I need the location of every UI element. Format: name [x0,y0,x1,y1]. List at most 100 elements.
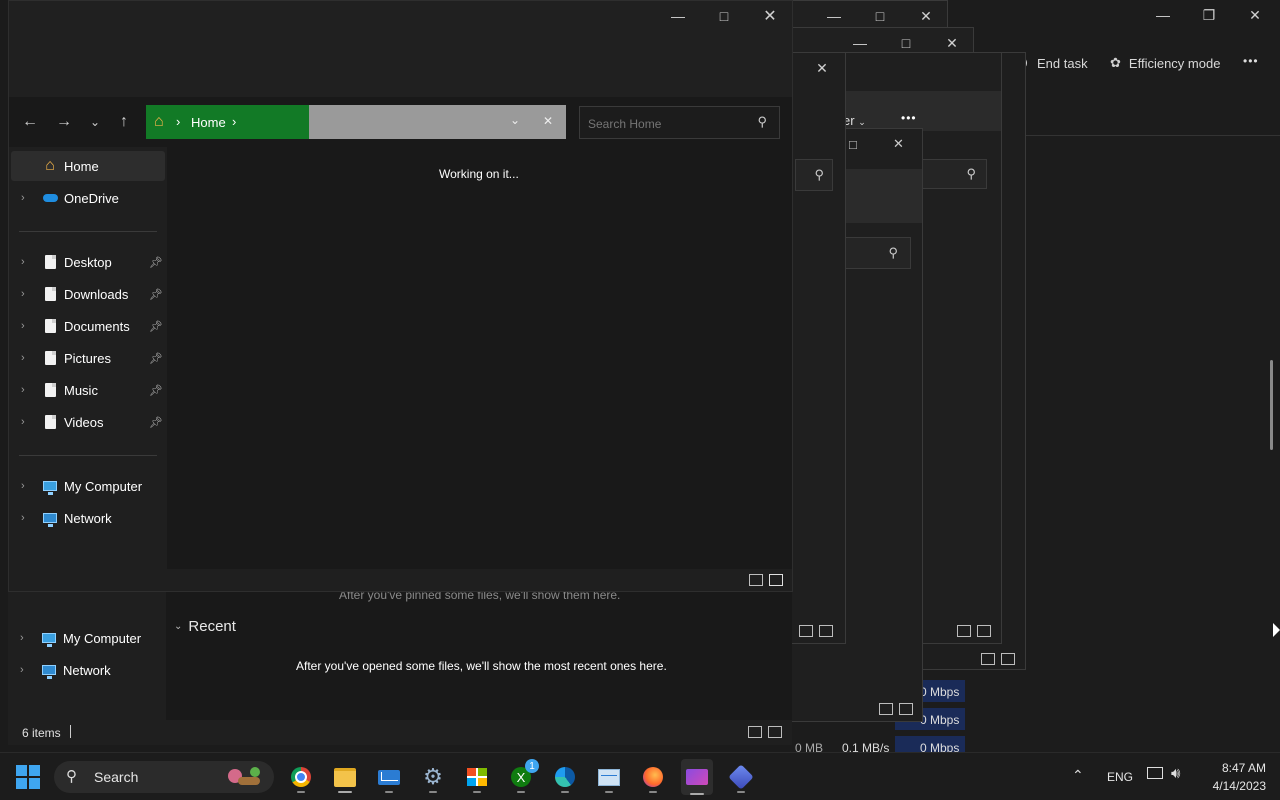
start-button[interactable] [16,765,40,789]
chevron-right-icon[interactable]: › [21,416,25,428]
details-view-icon[interactable] [748,726,762,738]
chevron-right-icon[interactable]: › [21,512,25,524]
recent-section-header[interactable]: ⌄ Recent [174,618,236,635]
view-toggle[interactable] [749,574,783,586]
sidebar-item-pictures[interactable]: › Pictures 📌︎ [9,343,167,373]
view-toggle[interactable] [748,726,782,738]
address-clear-icon[interactable]: ✕ [543,114,553,128]
address-progress-fill [146,105,309,139]
status-bar: 6 items [8,720,792,745]
sidebar-item-my-computer[interactable]: › My Computer [8,623,166,653]
sidebar-item-documents[interactable]: › Documents 📌︎ [9,311,167,341]
tiles-view-icon[interactable] [977,625,991,637]
details-view-icon[interactable] [957,625,971,637]
forward-button[interactable]: → [50,108,78,136]
chevron-right-icon[interactable]: › [20,632,24,644]
file-explorer-icon[interactable] [329,761,361,793]
arrow-up-icon: ↑ [120,113,128,130]
sidebar-item-home[interactable]: ⌂ Home [9,151,167,181]
taskbar-search[interactable]: ⚲ Search [54,761,274,793]
loading-text: Working on it... [439,167,519,181]
search-box[interactable]: ⚲ [795,159,833,191]
sidebar-item-network[interactable]: › Network [9,503,167,533]
recent-locations-button[interactable]: ⌄ [81,108,109,136]
close-button[interactable]: ✕ [799,53,845,83]
sidebar-item-videos[interactable]: › Videos 📌︎ [9,407,167,437]
close-button[interactable]: ✕ [893,136,904,152]
task-manager-icon[interactable] [593,761,625,793]
chevron-right-icon[interactable]: › [21,320,25,332]
view-toggle[interactable] [799,625,833,637]
minimize-button[interactable]: — [655,1,701,31]
sidebar-item-network[interactable]: › Network [8,655,166,685]
details-view-icon[interactable] [749,574,763,586]
show-hidden-icons-button[interactable]: ⌃ [1072,767,1084,784]
chevron-right-icon[interactable]: › [21,256,25,268]
search-box[interactable]: ⚲ [841,237,911,269]
pin-icon[interactable]: 📌︎ [149,288,163,301]
search-input[interactable] [580,107,750,140]
tm-scrollbar[interactable] [1270,360,1273,450]
pin-icon[interactable]: 📌︎ [149,384,163,397]
clock[interactable]: 8:47 AM 4/14/2023 [1200,759,1266,795]
more-options-icon[interactable]: ••• [901,111,917,125]
details-view-icon[interactable] [981,653,995,665]
app-cube-icon[interactable] [725,761,757,793]
details-view-icon[interactable] [799,625,813,637]
chrome-icon[interactable] [285,761,317,793]
tm-restore-button[interactable]: ❐ [1186,0,1232,30]
store-icon[interactable] [461,761,493,793]
maximize-button[interactable]: □ [701,1,747,31]
search-box[interactable]: ⚲ [921,159,987,189]
sort-dropdown[interactable]: er ⌄ [843,113,866,128]
tiles-view-icon[interactable] [899,703,913,715]
mail-icon[interactable] [373,761,405,793]
edge-icon[interactable] [549,761,581,793]
address-dropdown-icon[interactable]: ⌄ [510,113,520,127]
pin-icon[interactable]: 📌︎ [149,352,163,365]
chevron-right-icon[interactable]: › [21,384,25,396]
network-status-icon[interactable] [1147,767,1163,779]
back-button[interactable]: ← [16,108,44,136]
language-indicator[interactable]: ENG [1107,770,1133,784]
sidebar-item-my-computer[interactable]: › My Computer [9,471,167,501]
video-editor-icon[interactable] [681,759,713,795]
tm-minimize-button[interactable]: — [1140,0,1186,30]
pin-icon[interactable]: 📌︎ [149,320,163,333]
efficiency-mode-label: Efficiency mode [1128,55,1221,71]
volume-icon[interactable]: 🔊︎ [1171,765,1180,782]
close-button[interactable]: ✕ [747,1,793,31]
tiles-view-icon[interactable] [768,726,782,738]
xbox-icon[interactable]: X 1 [505,759,539,793]
details-view-icon[interactable] [879,703,893,715]
tiles-view-icon[interactable] [819,625,833,637]
chevron-right-icon[interactable]: › [21,288,25,300]
chevron-right-icon[interactable]: › [21,352,25,364]
sidebar-item-desktop[interactable]: › Desktop 📌︎ [9,247,167,277]
tiles-view-icon[interactable] [1001,653,1015,665]
efficiency-mode-button[interactable]: ✿ Efficiency mode [1110,52,1220,74]
chevron-right-icon[interactable]: › [20,664,24,676]
chevron-right-icon[interactable]: › [21,192,25,204]
view-toggle[interactable] [879,703,913,715]
search-box[interactable]: ⚲ [579,106,780,140]
tm-close-button[interactable]: ✕ [1232,0,1278,30]
address-bar[interactable]: ⌂ › Home › ⌄ ✕ [146,105,566,139]
sidebar-item-onedrive[interactable]: › OneDrive [9,183,167,213]
view-toggle[interactable] [957,625,991,637]
up-button[interactable]: ↑ [110,108,138,136]
pin-icon[interactable]: 📌︎ [149,416,163,429]
pin-icon[interactable]: 📌︎ [149,256,163,269]
tiles-view-icon[interactable] [769,574,783,586]
chevron-right-icon[interactable]: › [21,480,25,492]
settings-icon[interactable]: ⚙ [417,761,449,793]
more-options-button[interactable]: ••• [1243,54,1259,68]
sidebar-item-music[interactable]: › Music 📌︎ [9,375,167,405]
chevron-right-icon[interactable]: › [232,114,236,129]
sidebar-item-label: Music [64,382,98,398]
maximize-button[interactable]: □ [849,137,857,152]
sidebar-item-downloads[interactable]: › Downloads 📌︎ [9,279,167,309]
firefox-icon[interactable] [637,761,669,793]
breadcrumb-home[interactable]: Home [191,115,226,130]
view-toggle[interactable] [981,653,1015,665]
